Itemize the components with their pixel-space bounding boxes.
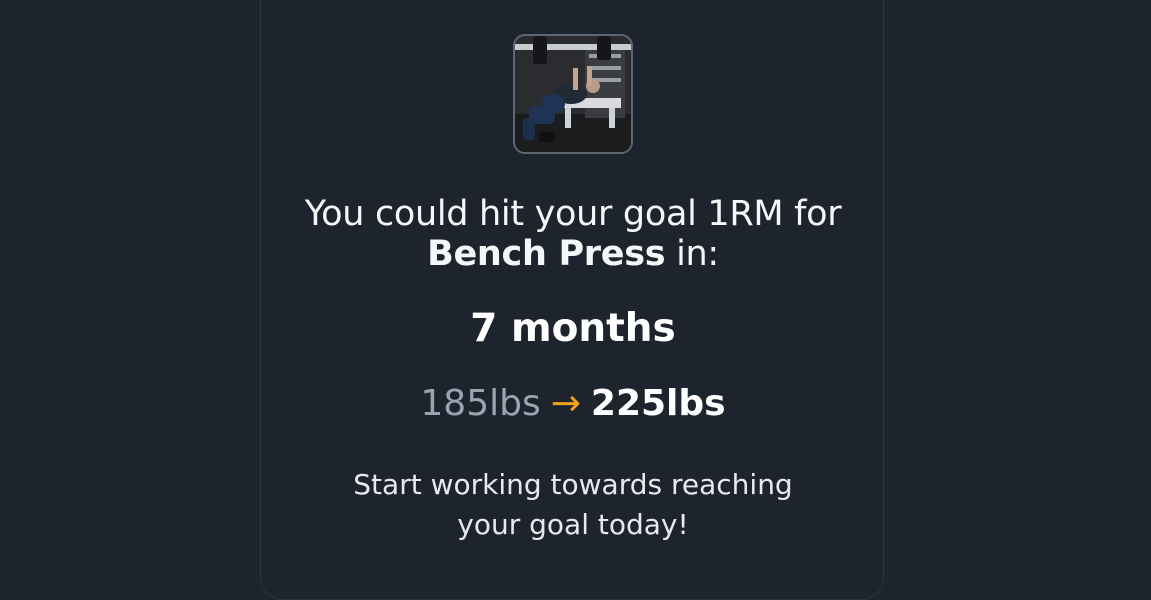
exercise-name: Bench Press — [427, 234, 666, 274]
headline-prefix: You could hit your goal 1RM for — [304, 194, 842, 234]
headline-suffix: in: — [676, 234, 719, 274]
arrow-right-icon: → — [550, 383, 581, 424]
exercise-thumbnail — [513, 34, 633, 154]
cta-text: Start working towards reaching your goal… — [353, 468, 793, 541]
goal-headline: You could hit your goal 1RM for Bench Pr… — [261, 194, 885, 274]
goal-weight: 225lbs — [590, 383, 726, 424]
goal-duration: 7 months — [470, 306, 676, 351]
bench-press-image — [515, 36, 631, 152]
weight-progress: 185lbs → 225lbs — [261, 382, 885, 426]
current-weight: 185lbs — [420, 383, 541, 424]
